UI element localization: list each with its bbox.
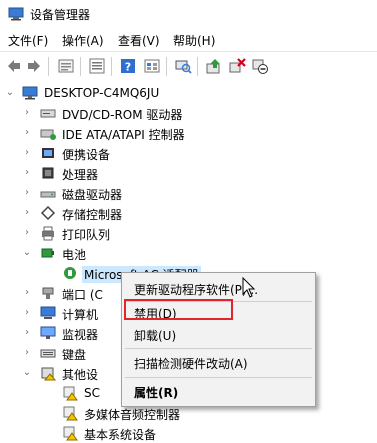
toolbar-separator xyxy=(48,57,49,76)
toolbar: ? xyxy=(0,51,377,82)
toolbar-separator xyxy=(197,57,198,76)
tree-item-print[interactable]: › 打印队列 xyxy=(0,223,377,243)
tree-item-label: 计算机 xyxy=(62,308,99,322)
battery-icon xyxy=(41,248,54,258)
toolbar-separator xyxy=(80,57,81,76)
port-icon xyxy=(42,287,54,299)
context-menu: 更新驱动程序软件(P)... 禁用(D) 卸载(U) 扫描检测硬件改动(A) 属… xyxy=(121,272,316,407)
title-bar: 设备管理器 xyxy=(0,0,377,29)
chevron-right-icon[interactable]: › xyxy=(22,346,32,360)
menu-help[interactable]: 帮助(H) xyxy=(173,32,215,49)
tree-item-label: 处理器 xyxy=(62,168,99,182)
menu-file[interactable]: 文件(F) xyxy=(8,32,48,49)
dvd-drive-icon xyxy=(40,109,56,118)
device-manager-icon xyxy=(8,7,24,21)
chevron-right-icon[interactable]: › xyxy=(22,306,32,320)
chevron-right-icon[interactable]: › xyxy=(22,206,32,220)
printer-icon xyxy=(42,226,54,241)
disk-drive-icon xyxy=(40,191,56,198)
properties-icon[interactable] xyxy=(57,57,75,75)
tree-item-battery[interactable]: ⌄ 电池 xyxy=(0,243,377,263)
menu-uninstall[interactable]: 卸载(U) xyxy=(122,323,315,345)
menu-view[interactable]: 查看(V) xyxy=(118,32,160,49)
tree-item-disk[interactable]: › 磁盘驱动器 xyxy=(0,183,377,203)
tree-item-label: DVD/CD-ROM 驱动器 xyxy=(62,108,183,122)
menu-scan-label: 扫描检测硬件改动(A) xyxy=(134,357,248,371)
tree-item-label: 监视器 xyxy=(62,328,99,342)
view-icon[interactable] xyxy=(88,57,106,75)
tree-item-ide[interactable]: › IDE ATA/ATAPI 控制器 xyxy=(0,123,377,143)
processor-icon xyxy=(42,167,54,179)
chevron-down-icon[interactable]: ⌄ xyxy=(22,366,32,380)
view-list-icon[interactable] xyxy=(143,57,161,75)
tree-item-label: IDE ATA/ATAPI 控制器 xyxy=(62,128,185,142)
tree-item-label: 便携设备 xyxy=(62,148,111,162)
highlight-box xyxy=(124,299,233,320)
menu-properties-label: 属性(R) xyxy=(134,386,179,400)
chevron-down-icon[interactable]: ⌄ xyxy=(22,246,32,260)
storage-controller-icon xyxy=(40,205,56,221)
update-driver-icon[interactable] xyxy=(205,57,223,75)
tree-item-portable[interactable]: › 便携设备 xyxy=(0,143,377,163)
tree-item-label: 键盘 xyxy=(62,348,87,362)
chevron-right-icon[interactable]: › xyxy=(22,186,32,200)
svg-text:?: ? xyxy=(125,61,131,74)
computer-icon xyxy=(40,306,56,319)
chevron-down-icon[interactable]: ⌄ xyxy=(5,86,15,100)
tree-item-label: 磁盘驱动器 xyxy=(62,188,123,202)
chevron-right-icon[interactable]: › xyxy=(22,326,32,340)
chevron-right-icon[interactable]: › xyxy=(22,166,32,180)
ac-adapter-icon xyxy=(64,267,76,279)
warning-device-icon xyxy=(63,386,78,401)
warning-device-icon xyxy=(63,406,78,421)
tree-item-label: 存储控制器 xyxy=(62,208,123,222)
help-icon[interactable]: ? xyxy=(119,57,137,75)
back-icon[interactable] xyxy=(5,57,23,75)
menu-separator xyxy=(125,377,312,378)
toolbar-separator xyxy=(166,57,167,76)
tree-item-dvd[interactable]: › DVD/CD-ROM 驱动器 xyxy=(0,103,377,123)
chevron-right-icon[interactable]: › xyxy=(22,126,32,140)
mouse-cursor-icon xyxy=(242,277,256,298)
tree-item-label: 多媒体音频控制器 xyxy=(84,408,181,422)
computer-icon xyxy=(22,86,38,100)
chevron-right-icon[interactable]: › xyxy=(22,146,32,160)
window-title: 设备管理器 xyxy=(30,8,91,22)
tree-item-label: 打印队列 xyxy=(62,228,111,242)
warning-device-icon xyxy=(63,426,78,441)
tree-item-storage[interactable]: › 存储控制器 xyxy=(0,203,377,223)
tree-item-label: SC xyxy=(84,386,100,400)
tree-item-label: 端口 (C xyxy=(62,288,103,302)
tree-root-label: DESKTOP-C4MQ6JU xyxy=(44,86,160,100)
tree-item-label: 基本系统设备 xyxy=(84,428,157,442)
scan-icon[interactable] xyxy=(174,57,192,75)
forward-icon[interactable] xyxy=(25,57,43,75)
portable-device-icon xyxy=(42,148,54,158)
tree-item-system[interactable]: 基本系统设备 xyxy=(0,423,377,443)
other-devices-icon xyxy=(41,367,56,381)
keyboard-icon xyxy=(40,349,56,358)
chevron-right-icon[interactable]: › xyxy=(22,226,32,240)
menu-uninstall-label: 卸载(U) xyxy=(134,329,177,343)
ide-controller-icon xyxy=(40,129,56,140)
menu-update-driver-label: 更新驱动程序软件(P)... xyxy=(134,283,259,297)
menu-properties[interactable]: 属性(R) xyxy=(122,380,315,402)
menu-separator xyxy=(125,348,312,349)
menu-update-driver[interactable]: 更新驱动程序软件(P)... xyxy=(122,277,315,299)
monitor-icon xyxy=(40,326,56,339)
menu-scan[interactable]: 扫描检测硬件改动(A) xyxy=(122,351,315,373)
disable-icon[interactable] xyxy=(251,57,269,75)
tree-root[interactable]: ⌄ DESKTOP-C4MQ6JU xyxy=(0,83,377,103)
uninstall-icon[interactable] xyxy=(228,57,246,75)
chevron-right-icon[interactable]: › xyxy=(22,106,32,120)
menu-action[interactable]: 操作(A) xyxy=(62,32,104,49)
menu-bar: 文件(F) 操作(A) 查看(V) 帮助(H) xyxy=(0,29,377,51)
chevron-right-icon[interactable]: › xyxy=(22,286,32,300)
tree-item-processor[interactable]: › 处理器 xyxy=(0,163,377,183)
toolbar-separator xyxy=(111,57,112,76)
tree-item-label: 电池 xyxy=(62,248,87,262)
tree-item-label: 其他设 xyxy=(62,368,99,382)
